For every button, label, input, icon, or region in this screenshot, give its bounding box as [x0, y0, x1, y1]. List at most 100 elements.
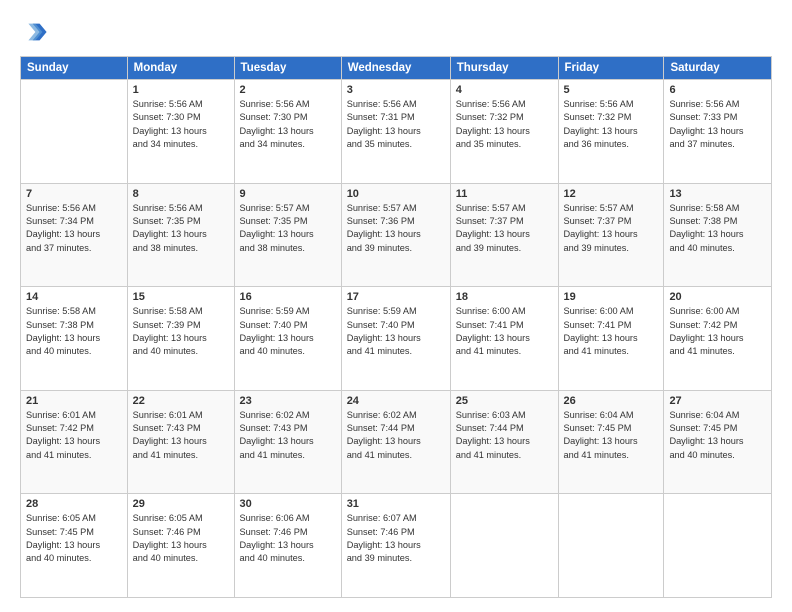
cell-text: Sunrise: 5:57 AM Sunset: 7:37 PM Dayligh… — [564, 202, 659, 255]
cell-2-6: 12 Sunrise: 5:57 AM Sunset: 7:37 PM Dayli… — [558, 183, 664, 287]
cell-text: Sunrise: 5:58 AM Sunset: 7:39 PM Dayligh… — [133, 305, 229, 358]
day-number: 20 — [669, 291, 766, 303]
day-number: 24 — [347, 395, 445, 407]
cell-3-7: 20 Sunrise: 6:00 AM Sunset: 7:42 PM Dayli… — [664, 287, 772, 391]
cell-2-3: 9 Sunrise: 5:57 AM Sunset: 7:35 PM Daylig… — [234, 183, 341, 287]
cell-3-4: 17 Sunrise: 5:59 AM Sunset: 7:40 PM Dayli… — [341, 287, 450, 391]
cell-text: Sunrise: 6:00 AM Sunset: 7:42 PM Dayligh… — [669, 305, 766, 358]
cell-text: Sunrise: 5:56 AM Sunset: 7:34 PM Dayligh… — [26, 202, 122, 255]
cell-2-7: 13Sunrise: 5:58 AM Sunset: 7:38 PM Dayli… — [664, 183, 772, 287]
day-number: 27 — [669, 395, 766, 407]
cell-text: Sunrise: 6:00 AM Sunset: 7:41 PM Dayligh… — [456, 305, 553, 358]
week-row-4: 21Sunrise: 6:01 AM Sunset: 7:42 PM Dayli… — [21, 390, 772, 494]
header — [20, 18, 772, 46]
cell-3-6: 19Sunrise: 6:00 AM Sunset: 7:41 PM Dayli… — [558, 287, 664, 391]
logo-icon — [20, 18, 48, 46]
col-header-saturday: Saturday — [664, 57, 772, 80]
cell-5-7 — [664, 494, 772, 598]
week-row-3: 14Sunrise: 5:58 AM Sunset: 7:38 PM Dayli… — [21, 287, 772, 391]
cell-text: Sunrise: 5:56 AM Sunset: 7:33 PM Dayligh… — [669, 98, 766, 151]
cell-text: Sunrise: 5:58 AM Sunset: 7:38 PM Dayligh… — [26, 305, 122, 358]
cell-text: Sunrise: 5:56 AM Sunset: 7:30 PM Dayligh… — [240, 98, 336, 151]
cell-4-1: 21Sunrise: 6:01 AM Sunset: 7:42 PM Dayli… — [21, 390, 128, 494]
col-header-tuesday: Tuesday — [234, 57, 341, 80]
day-number: 19 — [564, 291, 659, 303]
cell-1-6: 5 Sunrise: 5:56 AM Sunset: 7:32 PM Daylig… — [558, 80, 664, 184]
cell-3-3: 16 Sunrise: 5:59 AM Sunset: 7:40 PM Dayli… — [234, 287, 341, 391]
day-number: 17 — [347, 291, 445, 303]
cell-5-5 — [450, 494, 558, 598]
cell-text: Sunrise: 5:58 AM Sunset: 7:38 PM Dayligh… — [669, 202, 766, 255]
day-number: 1 — [133, 84, 229, 96]
cell-1-1 — [21, 80, 128, 184]
cell-text: Sunrise: 5:59 AM Sunset: 7:40 PM Dayligh… — [240, 305, 336, 358]
day-number: 21 — [26, 395, 122, 407]
cell-2-4: 10 Sunrise: 5:57 AM Sunset: 7:36 PM Dayli… — [341, 183, 450, 287]
cell-text: Sunrise: 5:59 AM Sunset: 7:40 PM Dayligh… — [347, 305, 445, 358]
cell-4-6: 26 Sunrise: 6:04 AM Sunset: 7:45 PM Dayli… — [558, 390, 664, 494]
cell-text: Sunrise: 5:57 AM Sunset: 7:36 PM Dayligh… — [347, 202, 445, 255]
cell-text: Sunrise: 6:06 AM Sunset: 7:46 PM Dayligh… — [240, 512, 336, 565]
cell-4-4: 24 Sunrise: 6:02 AM Sunset: 7:44 PM Dayli… — [341, 390, 450, 494]
cell-text: Sunrise: 6:02 AM Sunset: 7:44 PM Dayligh… — [347, 409, 445, 462]
col-header-wednesday: Wednesday — [341, 57, 450, 80]
cell-text: Sunrise: 6:01 AM Sunset: 7:43 PM Dayligh… — [133, 409, 229, 462]
cell-2-2: 8Sunrise: 5:56 AM Sunset: 7:35 PM Daylig… — [127, 183, 234, 287]
day-number: 29 — [133, 498, 229, 510]
day-number: 11 — [456, 188, 553, 200]
day-number: 8 — [133, 188, 229, 200]
day-number: 28 — [26, 498, 122, 510]
day-number: 9 — [240, 188, 336, 200]
cell-text: Sunrise: 6:04 AM Sunset: 7:45 PM Dayligh… — [669, 409, 766, 462]
cell-4-2: 22Sunrise: 6:01 AM Sunset: 7:43 PM Dayli… — [127, 390, 234, 494]
day-number: 12 — [564, 188, 659, 200]
day-number: 30 — [240, 498, 336, 510]
week-row-5: 28 Sunrise: 6:05 AM Sunset: 7:45 PM Dayli… — [21, 494, 772, 598]
cell-5-3: 30 Sunrise: 6:06 AM Sunset: 7:46 PM Dayli… — [234, 494, 341, 598]
day-number: 5 — [564, 84, 659, 96]
day-number: 25 — [456, 395, 553, 407]
day-number: 16 — [240, 291, 336, 303]
cell-3-2: 15 Sunrise: 5:58 AM Sunset: 7:39 PM Dayli… — [127, 287, 234, 391]
week-row-2: 7Sunrise: 5:56 AM Sunset: 7:34 PM Daylig… — [21, 183, 772, 287]
day-number: 15 — [133, 291, 229, 303]
calendar-table: SundayMondayTuesdayWednesdayThursdayFrid… — [20, 56, 772, 598]
logo — [20, 18, 52, 46]
page: SundayMondayTuesdayWednesdayThursdayFrid… — [0, 0, 792, 612]
cell-text: Sunrise: 6:05 AM Sunset: 7:45 PM Dayligh… — [26, 512, 122, 565]
cell-text: Sunrise: 6:03 AM Sunset: 7:44 PM Dayligh… — [456, 409, 553, 462]
cell-text: Sunrise: 5:57 AM Sunset: 7:37 PM Dayligh… — [456, 202, 553, 255]
col-header-sunday: Sunday — [21, 57, 128, 80]
cell-1-3: 2Sunrise: 5:56 AM Sunset: 7:30 PM Daylig… — [234, 80, 341, 184]
cell-1-2: 1Sunrise: 5:56 AM Sunset: 7:30 PM Daylig… — [127, 80, 234, 184]
cell-5-1: 28 Sunrise: 6:05 AM Sunset: 7:45 PM Dayli… — [21, 494, 128, 598]
day-number: 10 — [347, 188, 445, 200]
cell-text: Sunrise: 6:05 AM Sunset: 7:46 PM Dayligh… — [133, 512, 229, 565]
day-number: 4 — [456, 84, 553, 96]
cell-text: Sunrise: 6:04 AM Sunset: 7:45 PM Dayligh… — [564, 409, 659, 462]
cell-5-6 — [558, 494, 664, 598]
col-header-friday: Friday — [558, 57, 664, 80]
cell-3-1: 14Sunrise: 5:58 AM Sunset: 7:38 PM Dayli… — [21, 287, 128, 391]
cell-4-5: 25 Sunrise: 6:03 AM Sunset: 7:44 PM Dayli… — [450, 390, 558, 494]
day-number: 31 — [347, 498, 445, 510]
day-number: 26 — [564, 395, 659, 407]
cell-5-2: 29 Sunrise: 6:05 AM Sunset: 7:46 PM Dayli… — [127, 494, 234, 598]
cell-text: Sunrise: 5:56 AM Sunset: 7:32 PM Dayligh… — [456, 98, 553, 151]
cell-text: Sunrise: 5:56 AM Sunset: 7:32 PM Dayligh… — [564, 98, 659, 151]
cell-text: Sunrise: 6:02 AM Sunset: 7:43 PM Dayligh… — [240, 409, 336, 462]
cell-5-4: 31 Sunrise: 6:07 AM Sunset: 7:46 PM Dayli… — [341, 494, 450, 598]
day-number: 23 — [240, 395, 336, 407]
cell-text: Sunrise: 5:57 AM Sunset: 7:35 PM Dayligh… — [240, 202, 336, 255]
cell-4-7: 27 Sunrise: 6:04 AM Sunset: 7:45 PM Dayli… — [664, 390, 772, 494]
col-header-monday: Monday — [127, 57, 234, 80]
cell-text: Sunrise: 6:07 AM Sunset: 7:46 PM Dayligh… — [347, 512, 445, 565]
cell-3-5: 18Sunrise: 6:00 AM Sunset: 7:41 PM Dayli… — [450, 287, 558, 391]
cell-1-7: 6Sunrise: 5:56 AM Sunset: 7:33 PM Daylig… — [664, 80, 772, 184]
cell-1-5: 4 Sunrise: 5:56 AM Sunset: 7:32 PM Daylig… — [450, 80, 558, 184]
cell-1-4: 3Sunrise: 5:56 AM Sunset: 7:31 PM Daylig… — [341, 80, 450, 184]
cell-2-5: 11 Sunrise: 5:57 AM Sunset: 7:37 PM Dayli… — [450, 183, 558, 287]
cell-4-3: 23 Sunrise: 6:02 AM Sunset: 7:43 PM Dayli… — [234, 390, 341, 494]
day-number: 3 — [347, 84, 445, 96]
cell-2-1: 7Sunrise: 5:56 AM Sunset: 7:34 PM Daylig… — [21, 183, 128, 287]
